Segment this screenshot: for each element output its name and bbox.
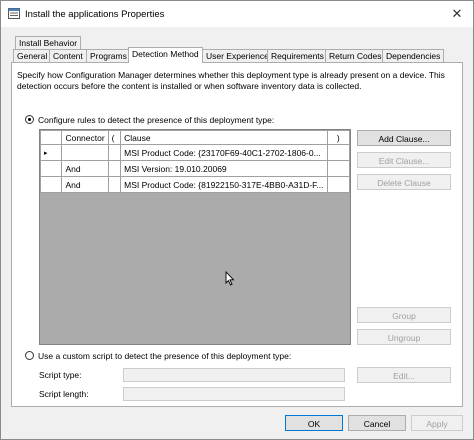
row-connector[interactable]: And [61,176,109,193]
row-connector[interactable] [61,144,109,161]
tab-dependencies[interactable]: Dependencies [382,49,445,63]
row-close-paren[interactable] [326,176,350,193]
rules-radio[interactable] [25,115,34,124]
row-clause[interactable]: MSI Product Code: {81922150-317E-4BB0-A3… [120,176,328,193]
clause-grid[interactable]: Connector ( Clause ) ▸ MSI Product Code:… [39,129,351,345]
row-clause[interactable]: MSI Version: 19.010.20069 [120,160,328,177]
mouse-cursor-icon [225,271,235,286]
tab-return-codes[interactable]: Return Codes [325,49,386,63]
script-type-field[interactable] [123,368,345,382]
properties-window-icon [8,8,20,19]
detection-description: Specify how Configuration Manager determ… [17,70,445,91]
grid-header-open-paren[interactable]: ( [107,130,122,145]
table-row[interactable]: ▸ MSI Product Code: {23170F69-40C1-2702-… [40,144,350,161]
table-row[interactable]: And MSI Version: 19.010.20069 [40,160,350,177]
script-option-label: Use a custom script to detect the presen… [38,351,292,361]
tab-requirements[interactable]: Requirements [267,49,328,63]
row-pointer-icon: ▸ [40,144,63,161]
script-length-field[interactable] [123,387,345,401]
tab-detection-method[interactable]: Detection Method [128,47,203,63]
add-clause-button[interactable]: Add Clause... [357,130,451,146]
row-connector[interactable]: And [61,160,109,177]
grid-header-row: Connector ( Clause ) [40,130,350,145]
ungroup-button[interactable]: Ungroup [357,329,451,345]
tab-content[interactable]: Content [49,49,87,63]
rules-option-label: Configure rules to detect the presence o… [38,115,275,125]
title-bar: Install the applications Properties ✕ [1,1,473,27]
row-close-paren[interactable] [326,160,350,177]
close-icon: ✕ [451,6,463,21]
row-close-paren[interactable] [326,144,350,161]
delete-clause-button[interactable]: Delete Clause [357,174,451,190]
grid-header-connector[interactable]: Connector [61,130,109,145]
tab-user-experience[interactable]: User Experience [202,49,273,63]
script-type-label: Script type: [39,370,82,380]
radio-selected-dot [28,118,31,121]
grid-header-clause[interactable]: Clause [120,130,328,145]
properties-window: Install the applications Properties ✕ In… [0,0,474,440]
tab-install-behavior[interactable]: Install Behavior [15,36,82,50]
edit-clause-button[interactable]: Edit Clause... [357,152,451,168]
row-open-paren[interactable] [107,160,122,177]
tab-general[interactable]: General [13,49,52,63]
grid-header-marker [40,130,63,145]
row-marker [40,176,63,193]
row-marker [40,160,63,177]
clause-table: Connector ( Clause ) ▸ MSI Product Code:… [40,130,350,193]
row-open-paren[interactable] [107,176,122,193]
row-clause[interactable]: MSI Product Code: {23170F69-40C1-2702-18… [120,144,328,161]
script-length-label: Script length: [39,389,89,399]
row-open-paren[interactable] [107,144,122,161]
grid-header-close-paren[interactable]: ) [326,130,350,145]
ok-button[interactable]: OK [285,415,343,431]
close-button[interactable]: ✕ [441,1,473,27]
edit-script-button[interactable]: Edit... [357,367,451,383]
window-title: Install the applications Properties [25,9,165,20]
table-row[interactable]: And MSI Product Code: {81922150-317E-4BB… [40,176,350,193]
custom-script-radio[interactable] [25,351,34,360]
cancel-button[interactable]: Cancel [348,415,406,431]
apply-button[interactable]: Apply [411,415,463,431]
group-button[interactable]: Group [357,307,451,323]
tab-programs[interactable]: Programs [86,49,131,63]
